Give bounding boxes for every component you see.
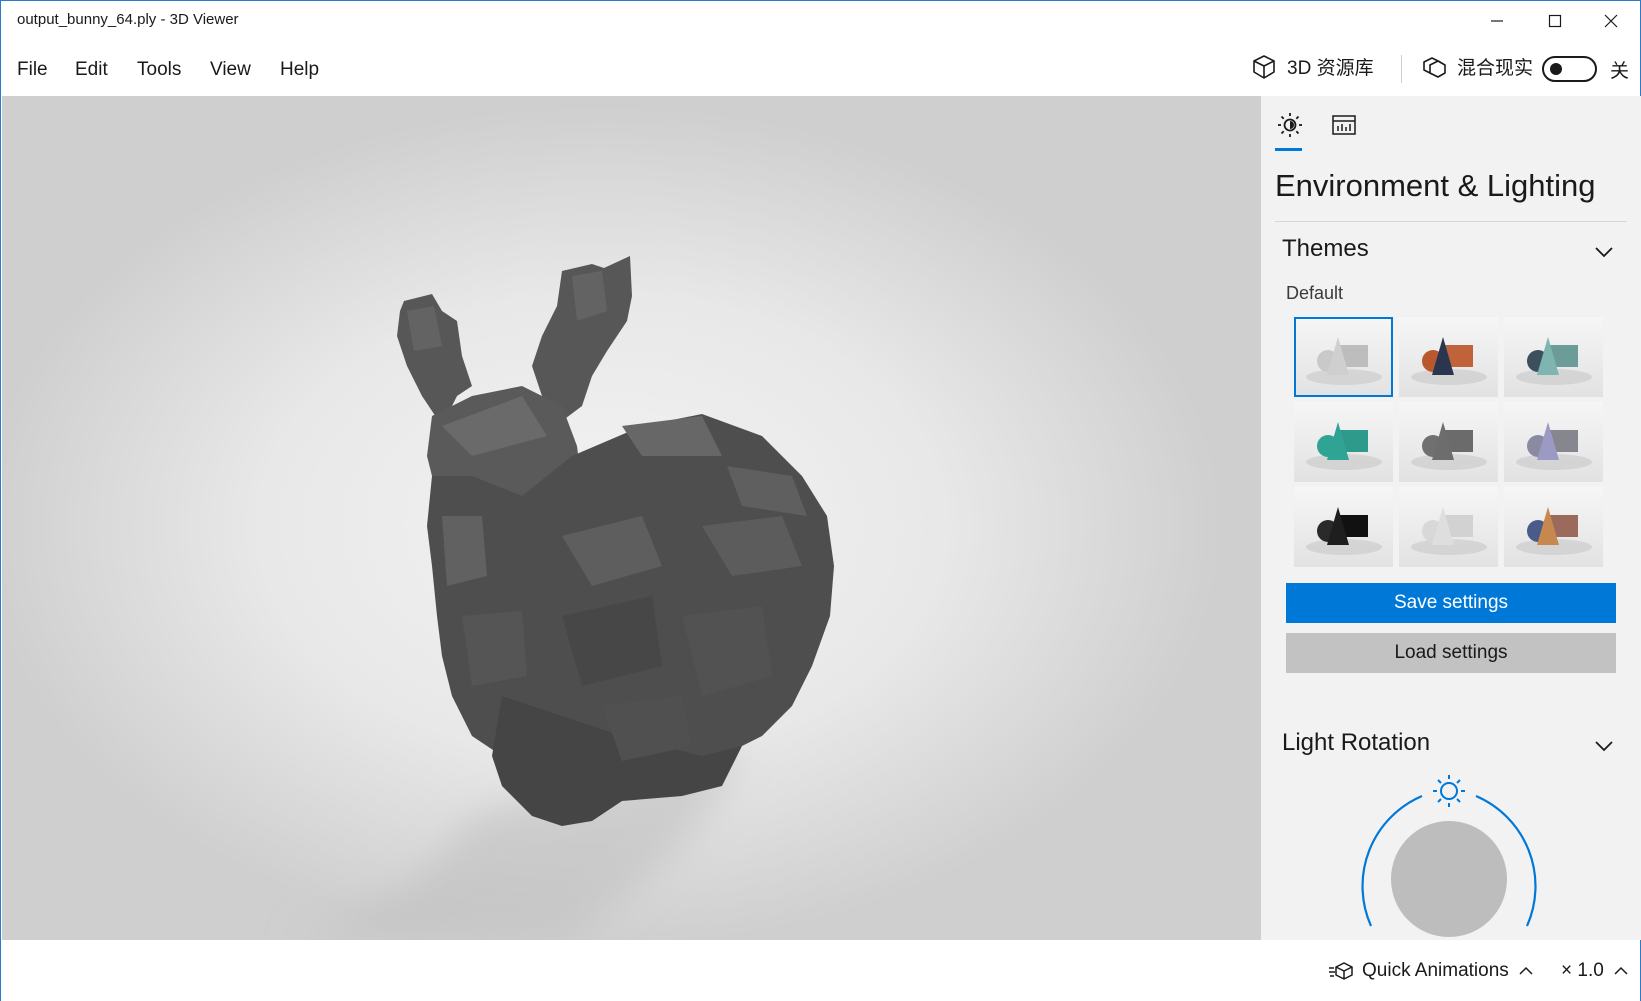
mixed-reality-button[interactable]: 混合现实 <box>1421 53 1533 80</box>
light-handle-sun-icon[interactable] <box>1433 775 1465 807</box>
cube-icon <box>1253 54 1275 79</box>
themes-header[interactable]: Themes <box>1282 235 1369 263</box>
theme-preview-icon <box>1516 337 1592 385</box>
maximize-icon <box>1548 14 1562 28</box>
active-tab-indicator <box>1275 148 1302 151</box>
theme-thumbnail[interactable] <box>1504 402 1603 482</box>
tab-stats-shading[interactable] <box>1329 110 1359 140</box>
3d-viewport[interactable] <box>2 96 1261 940</box>
close-icon <box>1604 14 1618 28</box>
close-button[interactable] <box>1583 1 1639 41</box>
sun-icon <box>1278 113 1302 137</box>
tab-environment-lighting[interactable] <box>1275 110 1305 140</box>
themes-group-label: Default <box>1286 283 1344 303</box>
theme-thumbnail[interactable] <box>1294 317 1393 397</box>
title-bar: output_bunny_64.ply - 3D Viewer <box>1 1 1640 41</box>
theme-thumbnail[interactable] <box>1399 317 1498 397</box>
menu-view[interactable]: View <box>210 59 251 81</box>
menu-tools[interactable]: Tools <box>137 59 181 81</box>
theme-preview-icon <box>1516 422 1592 470</box>
theme-thumbnail[interactable] <box>1399 402 1498 482</box>
window-title: output_bunny_64.ply - 3D Viewer <box>17 11 239 28</box>
status-bar: Quick Animations × 1.0 <box>1 940 1640 1001</box>
theme-preview-icon <box>1516 507 1592 555</box>
theme-thumbnail[interactable] <box>1294 487 1393 567</box>
toggle-knob <box>1550 63 1562 75</box>
menu-edit[interactable]: Edit <box>75 59 108 81</box>
theme-preview-icon <box>1411 507 1487 555</box>
panel-title: Environment & Lighting <box>1275 168 1596 203</box>
settings-panel: Environment & Lighting Themes Default Sa… <box>1261 96 1641 940</box>
minimize-button[interactable] <box>1469 1 1525 41</box>
chevron-down-icon[interactable] <box>1593 735 1615 757</box>
light-rotation-control[interactable] <box>1349 771 1549 940</box>
save-settings-button[interactable]: Save settings <box>1286 583 1616 623</box>
3d-library-button[interactable]: 3D 资源库 <box>1251 53 1374 80</box>
title-divider <box>1275 221 1627 222</box>
chevron-up-icon <box>1614 966 1628 975</box>
theme-preview-icon <box>1306 507 1382 555</box>
bunny-model <box>282 256 834 940</box>
theme-thumbnail[interactable] <box>1399 487 1498 567</box>
theme-preview-icon <box>1411 422 1487 470</box>
theme-preview-icon <box>1411 337 1487 385</box>
quick-animations-label: Quick Animations <box>1362 960 1509 981</box>
maximize-button[interactable] <box>1527 1 1583 41</box>
mixed-reality-icon <box>1423 56 1446 78</box>
minimize-icon <box>1491 20 1503 22</box>
light-sphere <box>1391 821 1507 937</box>
animation-speed-button[interactable]: × 1.0 <box>1561 960 1630 982</box>
mixed-reality-label: 混合现实 <box>1457 58 1534 79</box>
animation-cube-icon <box>1329 962 1353 980</box>
theme-thumbnail[interactable] <box>1504 317 1603 397</box>
theme-preview-icon <box>1306 422 1382 470</box>
theme-preview-icon <box>1306 337 1382 385</box>
toolbar-divider <box>1401 55 1402 83</box>
toggle-state-label: 关 <box>1610 61 1630 82</box>
theme-thumbnail[interactable] <box>1504 487 1603 567</box>
theme-grid <box>1294 317 1603 567</box>
mixed-reality-toggle[interactable] <box>1542 56 1597 82</box>
quick-animations-button[interactable]: Quick Animations <box>1328 960 1535 982</box>
menu-file[interactable]: File <box>17 59 48 81</box>
theme-thumbnail[interactable] <box>1294 402 1393 482</box>
menu-help[interactable]: Help <box>280 59 319 81</box>
load-settings-button[interactable]: Load settings <box>1286 633 1616 673</box>
stats-icon <box>1332 115 1356 135</box>
3d-library-label: 3D 资源库 <box>1287 58 1374 79</box>
light-rotation-header[interactable]: Light Rotation <box>1282 729 1430 757</box>
chevron-up-icon <box>1519 966 1533 975</box>
animation-speed-label: × 1.0 <box>1561 960 1604 981</box>
chevron-down-icon[interactable] <box>1593 241 1615 263</box>
app-window: output_bunny_64.ply - 3D Viewer File Edi… <box>0 0 1641 1001</box>
menu-bar: File Edit Tools View Help <box>1 47 1640 95</box>
